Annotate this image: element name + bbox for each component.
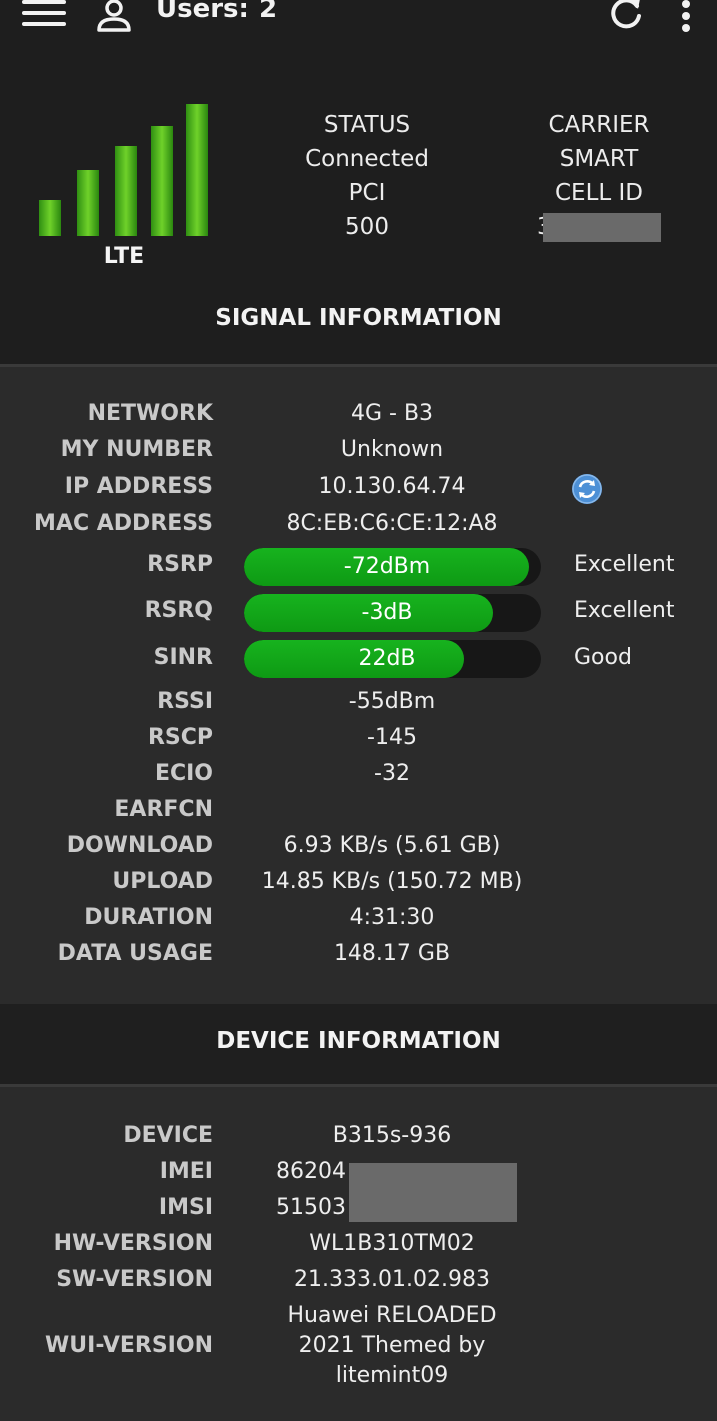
device-value: B315s-936: [332, 1123, 452, 1148]
rsrp-bar: -72dBm: [244, 548, 541, 586]
redaction-box: [543, 213, 661, 242]
sinr-bar: 22dB: [244, 640, 541, 678]
carrier-column: CARRIER SMART CELL ID 3: [514, 108, 684, 244]
mac-address-value: 8C:EB:C6:CE:12:A8: [286, 511, 498, 536]
pci-label: PCI: [348, 180, 386, 206]
ip-address-value: 10.130.64.74: [318, 474, 466, 499]
redaction-box: [349, 1163, 517, 1222]
cell-id-label: CELL ID: [554, 180, 644, 206]
device-section-title: DEVICE INFORMATION: [216, 1028, 501, 1054]
rscp-value: -145: [367, 725, 417, 750]
signal-bar-2: [77, 170, 99, 236]
ecio-value: -32: [374, 761, 410, 786]
status-value: Connected: [305, 146, 429, 172]
sw-version-value: 21.333.01.02.983: [294, 1267, 490, 1292]
wui-version-label: WUI-VERSION: [45, 1333, 213, 1358]
sinr-label: SINR: [153, 645, 213, 670]
signal-bar-5: [186, 104, 208, 236]
download-label: DOWNLOAD: [66, 833, 213, 858]
status-label: STATUS: [323, 112, 411, 138]
ecio-label: ECIO: [154, 761, 213, 786]
wui-version-line-1: Huawei RELOADED: [287, 1303, 497, 1328]
hamburger-menu-icon[interactable]: [22, 0, 66, 30]
upload-value: 14.85 KB/s (150.72 MB): [261, 869, 523, 894]
rsrp-label: RSRP: [147, 552, 213, 577]
pci-value: 500: [345, 214, 389, 240]
signal-bar-4: [151, 126, 173, 236]
rssi-label: RSSI: [157, 689, 213, 714]
wui-version-line-3: litemint09: [335, 1363, 449, 1388]
hw-version-label: HW-VERSION: [53, 1231, 213, 1256]
top-bar: Users: 2: [0, 0, 717, 48]
earfcn-label: EARFCN: [114, 797, 213, 822]
network-label: NETWORK: [87, 401, 213, 426]
signal-section-title: SIGNAL INFORMATION: [215, 305, 502, 331]
more-vertical-icon[interactable]: [680, 0, 692, 32]
status-column: STATUS Connected PCI 500: [282, 108, 452, 244]
carrier-label: CARRIER: [548, 112, 650, 138]
cell-id-row: 3: [514, 210, 684, 244]
device-label: DEVICE: [123, 1123, 213, 1148]
sw-version-label: SW-VERSION: [56, 1267, 213, 1292]
rsrq-label: RSRQ: [144, 598, 213, 623]
users-count: 2: [259, 0, 278, 24]
users-label: Users:: [156, 0, 249, 24]
data-usage-label: DATA USAGE: [57, 941, 213, 966]
rsrp-quality: Excellent: [574, 552, 675, 577]
carrier-value: SMART: [559, 146, 639, 172]
ip-refresh-icon[interactable]: [571, 473, 603, 505]
imei-label: IMEI: [159, 1159, 213, 1184]
rsrp-value: -72dBm: [343, 554, 431, 579]
user-icon: [97, 0, 131, 32]
wui-version-line-2: 2021 Themed by: [298, 1333, 486, 1358]
mac-address-label: MAC ADDRESS: [34, 511, 213, 536]
rsrq-value: -3dB: [361, 600, 413, 625]
network-type-label: LTE: [103, 244, 145, 269]
imei-value: 86204: [276, 1159, 346, 1184]
sinr-quality: Good: [574, 645, 632, 670]
rscp-label: RSCP: [147, 725, 213, 750]
signal-bar-1: [39, 200, 61, 236]
network-value: 4G - B3: [350, 401, 434, 426]
data-usage-value: 148.17 GB: [333, 941, 451, 966]
rsrq-bar: -3dB: [244, 594, 541, 632]
duration-label: DURATION: [84, 905, 213, 930]
my-number-value: Unknown: [340, 437, 444, 462]
signal-strength-bars: [39, 104, 208, 236]
my-number-label: MY NUMBER: [60, 437, 213, 462]
duration-value: 4:31:30: [349, 905, 435, 930]
download-value: 6.93 KB/s (5.61 GB): [283, 833, 501, 858]
refresh-icon[interactable]: [608, 0, 644, 32]
imsi-label: IMSI: [158, 1195, 213, 1220]
ip-address-label: IP ADDRESS: [64, 474, 213, 499]
signal-bar-3: [115, 146, 137, 236]
rsrq-quality: Excellent: [574, 598, 675, 623]
rssi-value: -55dBm: [348, 689, 436, 714]
imsi-value: 51503: [276, 1195, 346, 1220]
sinr-value: 22dB: [358, 646, 416, 671]
hw-version-value: WL1B310TM02: [309, 1231, 475, 1256]
upload-label: UPLOAD: [112, 869, 213, 894]
